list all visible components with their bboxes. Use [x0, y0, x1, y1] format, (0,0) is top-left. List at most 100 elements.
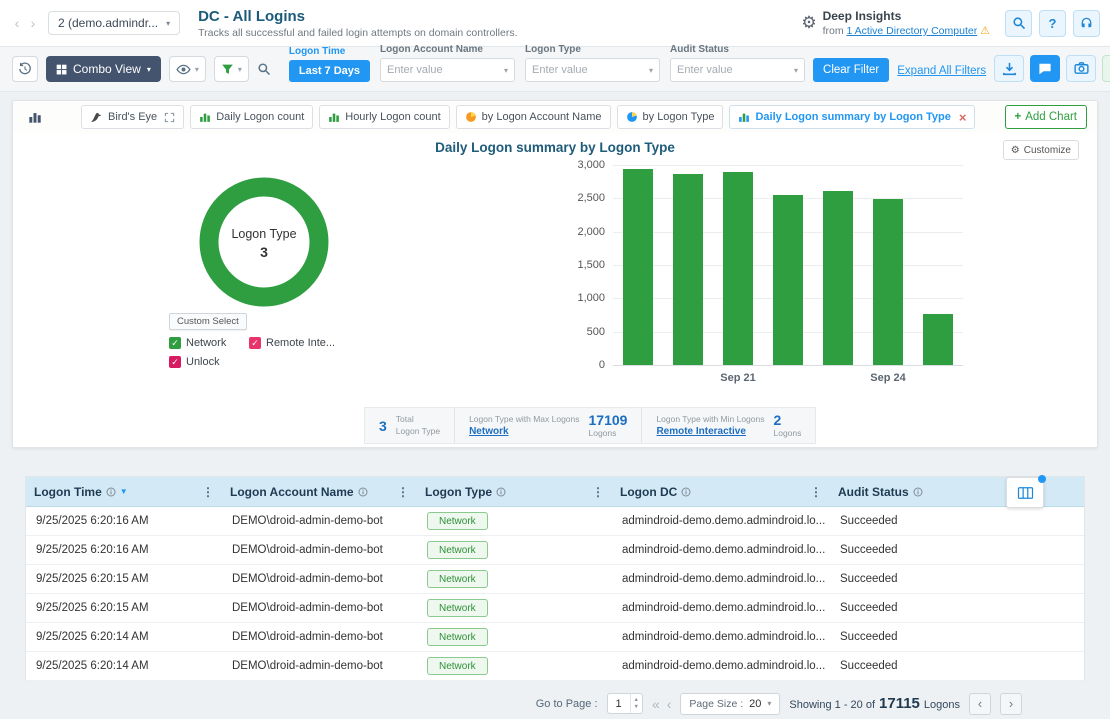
info-icon[interactable]: [681, 487, 691, 497]
sort-caret-icon[interactable]: ▼: [120, 487, 128, 496]
combo-view-button[interactable]: Combo View ▾: [46, 56, 161, 82]
column-header-logon-type[interactable]: Logon Type⋮: [417, 477, 612, 506]
question-mark-icon: ?: [1049, 16, 1057, 31]
chart-tab-by-logon-account-name[interactable]: by Logon Account Name: [456, 105, 611, 129]
checkbox-checked-icon[interactable]: ✓: [169, 337, 181, 349]
bar-series: [613, 165, 963, 365]
bar-sep-23[interactable]: [823, 191, 853, 365]
logon-type-badge: Network: [427, 628, 488, 646]
filter-button[interactable]: ▾: [214, 56, 249, 82]
column-menu-icon[interactable]: ⋮: [397, 485, 409, 499]
chart-list-button[interactable]: [23, 105, 47, 129]
filter-audit-status: Audit Status▾: [670, 44, 805, 82]
cell-logon-time: 9/25/2025 6:20:14 AM: [26, 652, 222, 680]
bar-sep-22[interactable]: [773, 195, 803, 365]
expand-icon[interactable]: [164, 112, 175, 123]
page-back-button[interactable]: ‹: [969, 693, 991, 715]
donut-chart[interactable]: Logon Type 3: [189, 167, 339, 317]
first-page-icon[interactable]: «: [652, 696, 660, 712]
bar-sep-21[interactable]: [723, 172, 753, 365]
customize-button[interactable]: ⚙ Customize: [1003, 140, 1079, 160]
nav-back-icon[interactable]: ‹: [10, 15, 24, 31]
chart-tab-by-logon-type[interactable]: by Logon Type: [617, 105, 724, 129]
pagination-footer: Go to Page : ▲▼ « ‹ Page Size : 20 ▾ Sho…: [0, 688, 1110, 719]
filter-input[interactable]: [671, 64, 794, 76]
help-button[interactable]: ?: [1039, 10, 1066, 37]
chevron-down-icon[interactable]: ▾: [504, 66, 514, 75]
cell-logon-account-name: DEMO\droid-admin-demo-bot: [222, 623, 417, 651]
filter-value-button[interactable]: Last 7 Days: [289, 60, 370, 82]
chart-tab-hourly-logon-count[interactable]: Hourly Logon count: [319, 105, 449, 129]
custom-select-button[interactable]: Custom Select: [169, 313, 247, 330]
nav-forward-icon[interactable]: ›: [26, 15, 40, 31]
refresh-history-button[interactable]: [12, 56, 38, 82]
download-button[interactable]: [994, 55, 1024, 82]
min-logon-type-link[interactable]: Remote Interactive: [656, 426, 745, 437]
cell-logon-dc: admindroid-demo.demo.admindroid.lo...: [612, 623, 830, 651]
bar-sep-20[interactable]: [673, 174, 703, 365]
bar-sep-24[interactable]: [873, 199, 903, 365]
go-to-page-stepper: ▲▼: [607, 693, 643, 714]
go-to-page-input[interactable]: [608, 698, 630, 710]
info-icon[interactable]: [913, 487, 923, 497]
donut-ring-network[interactable]: [209, 187, 319, 297]
stat-min-logons: Logon Type with Min LogonsRemote Interac…: [641, 408, 815, 443]
clear-filter-button[interactable]: Clear Filter: [813, 58, 889, 82]
global-search-button[interactable]: [1005, 10, 1032, 37]
column-header-logon-account-name[interactable]: Logon Account Name⋮: [222, 477, 417, 506]
active-directory-link[interactable]: 1 Active Directory Computer: [846, 25, 977, 37]
checkbox-checked-icon[interactable]: ✓: [169, 356, 181, 368]
expand-all-filters-link[interactable]: Expand All Filters: [897, 65, 986, 82]
filter-input[interactable]: [381, 64, 504, 76]
page-forward-button[interactable]: ›: [1000, 693, 1022, 715]
chevron-down-icon[interactable]: ▾: [794, 66, 804, 75]
support-button[interactable]: [1073, 10, 1100, 37]
column-picker-button[interactable]: [1006, 477, 1044, 508]
legend-item-unlock[interactable]: ✓Unlock: [169, 356, 249, 368]
chart-tab-daily-logon-summary-by-logon-type[interactable]: Daily Logon summary by Logon Type×: [729, 105, 975, 129]
filter-logon-time: Logon TimeLast 7 Days: [289, 46, 370, 82]
checkbox-checked-icon[interactable]: ✓: [249, 337, 261, 349]
table-row[interactable]: 9/25/2025 6:20:14 AMDEMO\droid-admin-dem…: [26, 623, 1084, 652]
table-row[interactable]: 9/25/2025 6:20:15 AMDEMO\droid-admin-dem…: [26, 594, 1084, 623]
column-header-logon-dc[interactable]: Logon DC⋮: [612, 477, 830, 506]
column-menu-icon[interactable]: ⋮: [592, 485, 604, 499]
column-menu-icon[interactable]: ⋮: [202, 485, 214, 499]
column-header-logon-time[interactable]: Logon Time▼⋮: [26, 477, 222, 506]
table-row[interactable]: 9/25/2025 6:20:16 AMDEMO\droid-admin-dem…: [26, 536, 1084, 565]
step-down-icon[interactable]: ▼: [634, 704, 639, 711]
bar-sep-25[interactable]: [923, 314, 953, 365]
table-row[interactable]: 9/25/2025 6:20:14 AMDEMO\droid-admin-dem…: [26, 652, 1084, 681]
chevron-down-icon[interactable]: ▾: [649, 66, 659, 75]
snapshot-button[interactable]: [1066, 55, 1096, 82]
close-tab-icon[interactable]: ×: [959, 111, 967, 124]
legend-item-remote-inte[interactable]: ✓Remote Inte...: [249, 337, 364, 349]
deep-insights[interactable]: ⚙ Deep Insights from 1 Active Directory …: [801, 9, 990, 37]
deep-insights-sub: from 1 Active Directory Computer ⚠: [823, 24, 990, 37]
filter-input[interactable]: [526, 64, 649, 76]
add-chart-button[interactable]: + Add Chart: [1005, 105, 1088, 129]
step-up-icon[interactable]: ▲: [634, 697, 639, 704]
column-menu-icon[interactable]: ⋮: [810, 485, 822, 499]
bar-sep-19[interactable]: [623, 169, 653, 365]
prev-page-icon[interactable]: ‹: [667, 696, 672, 712]
alerts-button[interactable]: [1102, 55, 1110, 82]
legend-label: Network: [186, 337, 226, 349]
filter-search-button[interactable]: [257, 56, 271, 82]
view-columns-button[interactable]: ▾: [169, 56, 206, 82]
page-jump-nav: « ‹: [652, 696, 671, 712]
table-row[interactable]: 9/25/2025 6:20:16 AMDEMO\droid-admin-dem…: [26, 507, 1084, 536]
page-size-select[interactable]: Page Size : 20 ▾: [680, 693, 780, 715]
info-icon[interactable]: [106, 487, 116, 497]
info-icon[interactable]: [496, 487, 506, 497]
chart-tab-bird-s-eye[interactable]: Bird's Eye: [81, 105, 184, 129]
legend-item-network[interactable]: ✓ Network: [169, 337, 249, 349]
tenant-selector[interactable]: 2 (demo.admindr... ▾: [48, 11, 180, 35]
table-row[interactable]: 9/25/2025 6:20:15 AMDEMO\droid-admin-dem…: [26, 565, 1084, 594]
max-logon-type-link[interactable]: Network: [469, 426, 508, 437]
cell-logon-account-name: DEMO\droid-admin-demo-bot: [222, 652, 417, 680]
chart-tab-daily-logon-count[interactable]: Daily Logon count: [190, 105, 313, 129]
info-icon[interactable]: [358, 487, 368, 497]
feedback-button[interactable]: [1030, 55, 1060, 82]
stepper-arrows[interactable]: ▲▼: [630, 694, 642, 713]
